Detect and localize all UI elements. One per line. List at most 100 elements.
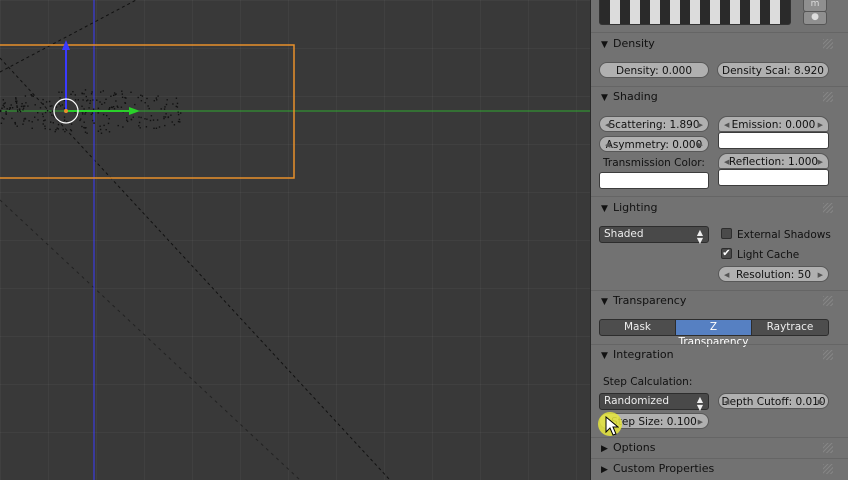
reflection-field[interactable]: ◀ Reflection: 1.000 ▶ [718,153,829,169]
particle [106,114,108,117]
properties-panel: m ● ▼ Density Density: 0.000 Density Scal… [590,0,848,480]
particle [22,105,24,107]
shading-panel-header[interactable]: ▼ Shading [595,87,833,107]
external-shadows-checkbox[interactable] [721,228,732,239]
lighting-panel-header[interactable]: ▼ Lighting [595,198,833,218]
particle [156,119,159,121]
step-calculation-dropdown[interactable]: Randomized ▲ ▼ [599,393,709,412]
transmission-color-label: Transmission Color: [603,157,705,169]
particle [177,111,179,113]
updown-icon: ▲ ▼ [696,395,703,412]
transparency-panel-header[interactable]: ▼ Transparency [595,291,833,311]
transparency-ztransparency-button[interactable]: Z Transparency [675,319,752,348]
drag-grip-icon[interactable] [823,443,833,453]
particle [81,105,83,107]
particle [110,106,113,108]
particle [99,125,101,127]
reflection-color-swatch[interactable] [718,169,829,186]
step-calculation-label: Step Calculation: [603,376,693,388]
drag-grip-icon[interactable] [823,203,833,213]
density-panel-header[interactable]: ▼ Density [595,34,833,54]
particle [91,91,93,93]
drag-grip-icon[interactable] [823,296,833,306]
particle [0,122,3,124]
particle [83,121,85,123]
particle [59,105,62,107]
particle [157,95,159,97]
drag-grip-icon[interactable] [823,92,833,102]
particle [81,125,83,128]
particle [1,107,3,109]
emission-field[interactable]: ◀ Emission: 0.000 ▶ [718,116,829,132]
light-cache-label: Light Cache [737,249,800,261]
particle [122,126,124,128]
object-origin [64,109,68,113]
particle [167,116,169,119]
particle [165,113,167,115]
particle [152,119,155,121]
particle [59,97,61,99]
material-preview [599,0,791,25]
particle [62,128,64,131]
light-cache-checkbox[interactable]: ✔ [721,248,732,259]
density-scale-field[interactable]: Density Scal: 8.920 [717,62,829,78]
particle [172,103,174,105]
lighting-title: Lighting [613,201,658,214]
particle [138,125,140,127]
particle [173,124,176,126]
particle [70,123,73,125]
transmission-color-swatch[interactable] [599,172,709,189]
transparency-mask-button[interactable]: Mask [599,319,676,336]
particle [51,105,53,107]
options-title: Options [613,441,656,454]
particle [99,128,102,131]
particle [121,93,123,95]
integration-title: Integration [613,348,674,361]
preview-sphere-button[interactable]: ● [803,11,827,25]
particle [108,131,111,133]
particle [41,113,44,115]
options-panel-header[interactable]: ▶ Options [595,438,833,458]
custom-properties-panel-header[interactable]: ▶ Custom Properties [595,459,833,479]
depth-cutoff-field[interactable]: ◀ Depth Cutoff: 0.010 ▶ [718,393,829,409]
camera-line [0,199,301,480]
particle [170,114,172,116]
particle [134,103,136,106]
particle [39,107,42,109]
particle [44,111,47,114]
particle [175,97,178,99]
integration-panel-header[interactable]: ▼ Integration [595,345,833,365]
particle [48,100,51,103]
particle [117,124,119,127]
particle [14,122,16,124]
particle [88,107,90,109]
particle [176,102,179,105]
particle [145,126,148,128]
particle [74,94,76,96]
particle [18,108,21,110]
particle [117,106,119,108]
particle [102,113,105,116]
particle [90,113,93,116]
transparency-raytrace-button[interactable]: Raytrace [751,319,829,336]
particle [147,105,149,107]
particle [101,103,103,105]
particle [1,117,3,119]
drag-grip-icon[interactable] [823,464,833,474]
3d-viewport[interactable] [0,0,590,480]
triangle-right-icon: ▶ [601,444,608,454]
drag-grip-icon[interactable] [823,350,833,360]
particle [163,108,166,110]
particle [8,108,11,110]
x-arrow-head[interactable] [129,107,140,115]
resolution-field[interactable]: ◀ Resolution: 50 ▶ [718,266,829,282]
emission-color-swatch[interactable] [718,132,829,149]
particle [61,91,63,93]
drag-grip-icon[interactable] [823,39,833,49]
density-field[interactable]: Density: 0.000 [599,62,709,78]
scattering-field[interactable]: ◀ Scattering: 1.890 ▶ [599,116,709,132]
asymmetry-field[interactable]: ◀ Asymmetry: 0.000 ▶ [599,136,709,152]
camera-line [0,57,391,480]
particle [30,94,33,96]
lighting-mode-dropdown[interactable]: Shaded ▲ ▼ [599,226,709,245]
